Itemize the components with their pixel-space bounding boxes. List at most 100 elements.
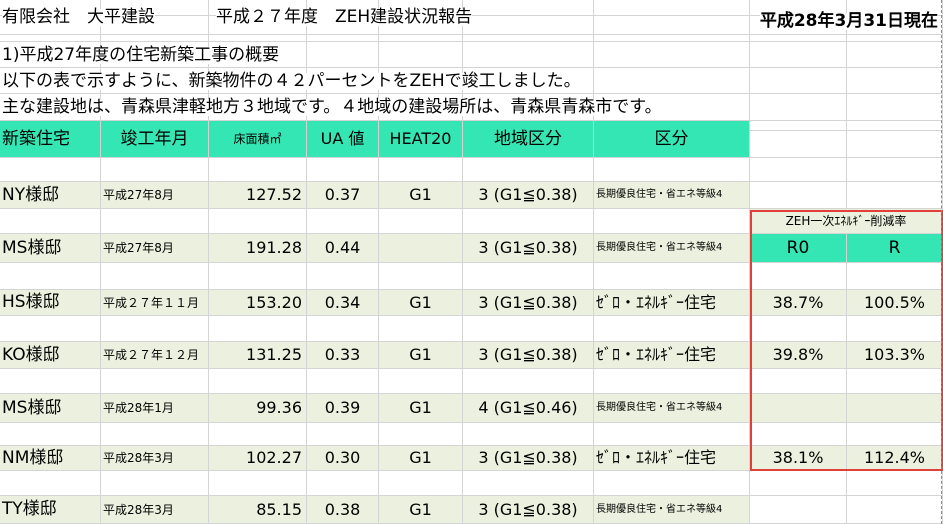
sheet-cell[interactable] — [750, 121, 847, 131]
cell-name[interactable]: KO様邸 — [0, 342, 101, 369]
sheet-cell[interactable] — [101, 369, 209, 394]
cell-region[interactable]: 3 (G1≦0.38) — [463, 342, 594, 369]
cell-date[interactable]: 平成28年3月 — [101, 446, 209, 471]
sheet-cell[interactable] — [0, 316, 101, 342]
sheet-cell[interactable] — [101, 471, 209, 496]
sheet-cell[interactable] — [463, 316, 594, 342]
sheet-cell[interactable] — [101, 209, 209, 234]
sheet-cell[interactable] — [0, 471, 101, 496]
cell-ua[interactable]: 0.37 — [307, 182, 379, 209]
sheet-cell[interactable] — [750, 471, 847, 496]
cell-region[interactable]: 3 (G1≦0.38) — [463, 234, 594, 263]
cell-heat20[interactable]: G1 — [379, 290, 463, 316]
cell-area[interactable]: 102.27 — [209, 446, 307, 471]
sheet-cell[interactable] — [463, 42, 594, 68]
sheet-cell[interactable] — [463, 16, 594, 35]
zeh-r0-value[interactable] — [750, 394, 847, 423]
sheet-cell[interactable] — [463, 35, 594, 42]
cell-heat20[interactable]: G1 — [379, 182, 463, 209]
cell-date[interactable]: 平成27年8月 — [101, 182, 209, 209]
sheet-cell[interactable] — [594, 209, 750, 234]
sheet-cell[interactable] — [307, 263, 379, 290]
sheet-cell[interactable] — [463, 471, 594, 496]
sheet-cell[interactable] — [750, 131, 847, 158]
cell-region[interactable]: 4 (G1≦0.46) — [463, 394, 594, 423]
sheet-cell[interactable] — [209, 423, 307, 446]
sheet-cell[interactable] — [209, 263, 307, 290]
sheet-cell[interactable] — [0, 209, 101, 234]
sheet-cell[interactable] — [847, 182, 943, 209]
sheet-cell[interactable] — [750, 263, 847, 290]
zeh-r0-value[interactable]: 38.1% — [750, 446, 847, 471]
sheet-cell[interactable] — [847, 158, 943, 182]
sheet-cell[interactable] — [307, 369, 379, 394]
cell-category[interactable]: ｾﾞﾛ・ｴﾈﾙｷﾞｰ住宅 — [594, 290, 750, 316]
cell-area[interactable]: 85.15 — [209, 496, 307, 524]
column-header[interactable]: 地域区分 — [463, 121, 594, 158]
sheet-cell[interactable] — [0, 369, 101, 394]
zeh-title[interactable]: ZEH一次ｴﾈﾙｷﾞｰ削減率 — [750, 209, 943, 234]
sheet-cell[interactable] — [307, 42, 379, 68]
sheet-cell[interactable] — [463, 0, 594, 16]
sheet-cell[interactable] — [463, 369, 594, 394]
sheet-cell[interactable] — [847, 369, 943, 394]
sheet-cell[interactable] — [847, 263, 943, 290]
cell-region[interactable]: 3 (G1≦0.38) — [463, 182, 594, 209]
sheet-cell[interactable] — [0, 263, 101, 290]
cell-area[interactable]: 131.25 — [209, 342, 307, 369]
sheet-cell[interactable] — [379, 369, 463, 394]
cell-name[interactable]: NM様邸 — [0, 446, 101, 471]
cell-ua[interactable]: 0.33 — [307, 342, 379, 369]
sheet-cell[interactable] — [594, 0, 750, 16]
cell-ua[interactable]: 0.44 — [307, 234, 379, 263]
sheet-cell[interactable] — [379, 471, 463, 496]
cell-heat20[interactable]: G1 — [379, 342, 463, 369]
cell-category[interactable]: ｾﾞﾛ・ｴﾈﾙｷﾞｰ住宅 — [594, 446, 750, 471]
column-header[interactable]: 竣工年月 — [101, 121, 209, 158]
sheet-cell[interactable] — [0, 35, 101, 42]
sheet-cell[interactable] — [307, 316, 379, 342]
column-header[interactable]: 床面積㎡ — [209, 121, 307, 158]
zeh-r-value[interactable]: 100.5% — [847, 290, 943, 316]
sheet-cell[interactable] — [847, 42, 943, 68]
column-header[interactable]: UA 値 — [307, 121, 379, 158]
cell-region[interactable]: 3 (G1≦0.38) — [463, 496, 594, 524]
zeh-col-r0[interactable]: R0 — [750, 234, 847, 263]
sheet-cell[interactable] — [379, 209, 463, 234]
cell-name[interactable]: MS様邸 — [0, 394, 101, 423]
cell-area[interactable]: 191.28 — [209, 234, 307, 263]
cell-category[interactable]: 長期優良住宅・省エネ等級4 — [594, 182, 750, 209]
sheet-cell[interactable] — [594, 471, 750, 496]
sheet-cell[interactable] — [101, 316, 209, 342]
sheet-cell[interactable] — [209, 369, 307, 394]
sheet-cell[interactable] — [847, 496, 943, 524]
cell-heat20[interactable]: G1 — [379, 496, 463, 524]
sheet-cell[interactable] — [209, 35, 307, 42]
cell-date[interactable]: 平成27年8月 — [101, 234, 209, 263]
cell-category[interactable]: ｾﾞﾛ・ｴﾈﾙｷﾞｰ住宅 — [594, 342, 750, 369]
sheet-cell[interactable] — [463, 209, 594, 234]
cell-ua[interactable]: 0.30 — [307, 446, 379, 471]
sheet-cell[interactable] — [594, 423, 750, 446]
cell-date[interactable]: 平成２７年１２月 — [101, 342, 209, 369]
sheet-cell[interactable] — [847, 131, 943, 158]
sheet-cell[interactable] — [209, 158, 307, 182]
sheet-cell[interactable] — [101, 35, 209, 42]
sheet-cell[interactable] — [594, 263, 750, 290]
zeh-r-value[interactable] — [847, 394, 943, 423]
sheet-cell[interactable] — [750, 182, 847, 209]
sheet-cell[interactable] — [209, 471, 307, 496]
sheet-cell[interactable] — [847, 35, 943, 42]
zeh-r0-value[interactable]: 39.8% — [750, 342, 847, 369]
sheet-cell[interactable] — [101, 263, 209, 290]
sheet-cell[interactable] — [750, 423, 847, 446]
sheet-cell[interactable] — [847, 316, 943, 342]
sheet-cell[interactable] — [847, 68, 943, 94]
sheet-cell[interactable] — [307, 471, 379, 496]
cell-heat20[interactable] — [379, 234, 463, 263]
cell-name[interactable]: TY様邸 — [0, 496, 101, 524]
sheet-cell[interactable] — [307, 35, 379, 42]
sheet-cell[interactable] — [750, 68, 847, 94]
zeh-r0-value[interactable]: 38.7% — [750, 290, 847, 316]
sheet-cell[interactable] — [750, 316, 847, 342]
